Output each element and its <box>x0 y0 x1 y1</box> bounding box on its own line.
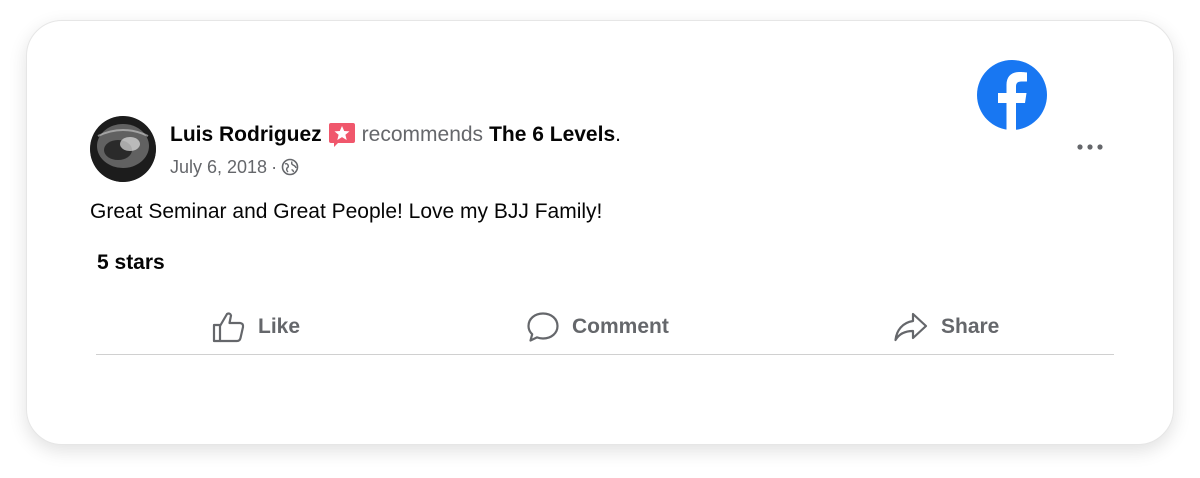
review-card: Luis Rodriguez recommends The 6 Levels .… <box>26 20 1174 445</box>
comment-label: Comment <box>572 315 669 338</box>
share-label: Share <box>941 315 1000 338</box>
recommend-badge-icon <box>328 123 355 147</box>
more-options-icon <box>1077 144 1103 150</box>
action-bar: Like Comment Share <box>96 302 1114 352</box>
post-date[interactable]: July 6, 2018 <box>170 157 267 178</box>
like-button[interactable]: Like <box>212 307 300 347</box>
thumbs-up-icon <box>212 312 245 343</box>
globe-icon <box>281 158 299 176</box>
comment-bubble-icon <box>527 312 559 342</box>
header-period: . <box>615 123 621 146</box>
more-options-button[interactable] <box>1075 135 1105 159</box>
meta-separator: · <box>271 156 278 177</box>
comment-button[interactable]: Comment <box>526 307 669 347</box>
author-name[interactable]: Luis Rodriguez <box>170 123 322 147</box>
share-button[interactable]: Share <box>893 307 999 347</box>
avatar-image <box>90 116 156 182</box>
post-meta: July 6, 2018 · <box>170 154 299 180</box>
facebook-logo-icon <box>977 60 1047 131</box>
avatar[interactable] <box>90 116 156 182</box>
post-header: Luis Rodriguez recommends The 6 Levels . <box>170 120 621 150</box>
recommends-text: recommends <box>361 123 484 146</box>
rating-label: 5 stars <box>97 251 165 274</box>
action-divider <box>96 354 1114 355</box>
page-name-link[interactable]: The 6 Levels <box>489 123 615 147</box>
share-arrow-icon <box>894 312 928 342</box>
like-label: Like <box>258 315 301 338</box>
review-text: Great Seminar and Great People! Love my … <box>90 200 603 223</box>
